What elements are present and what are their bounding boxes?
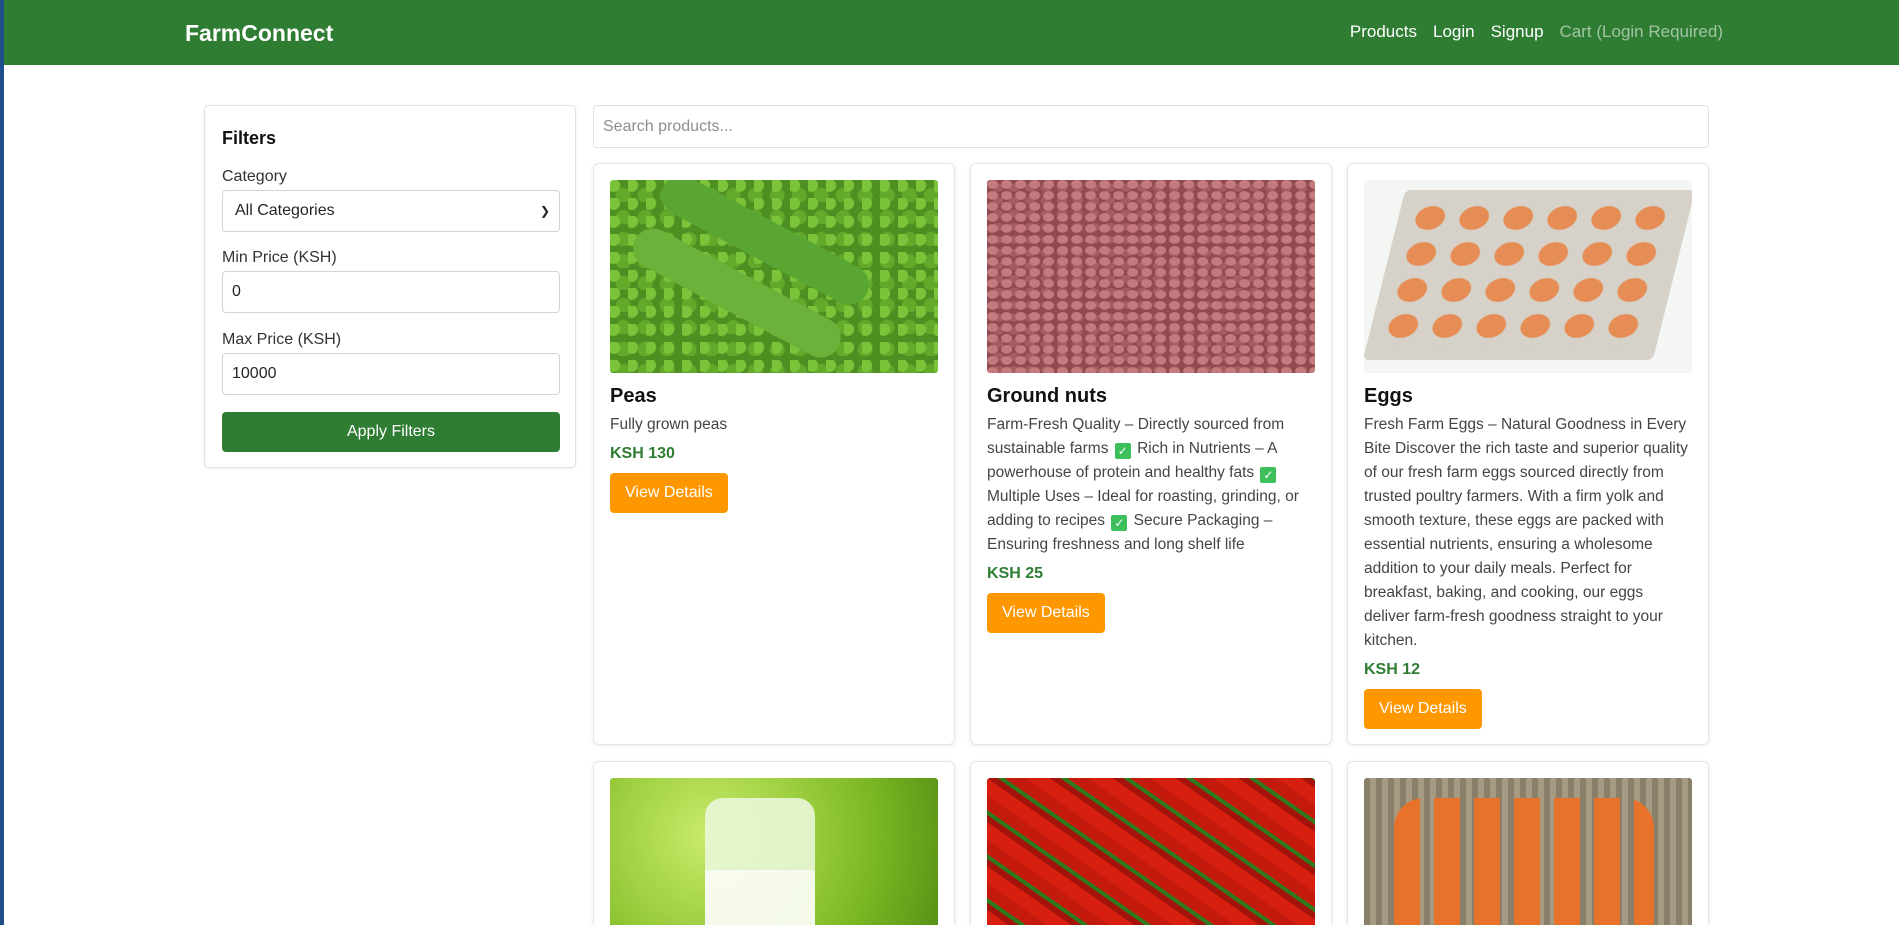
min-price-value: 0	[232, 283, 241, 300]
product-description: Farm-Fresh Quality – Directly sourced fr…	[987, 413, 1315, 557]
navbar: FarmConnect Products Login Signup Cart (…	[4, 0, 1899, 65]
product-description: Fully grown peas	[610, 416, 728, 433]
product-image-milk[interactable]	[610, 778, 938, 925]
product-card-ground-nuts: Ground nuts Farm-Fresh Quality – Directl…	[970, 163, 1332, 745]
product-price: KSH 130	[610, 445, 675, 462]
product-description: Fresh Farm Eggs – Natural Goodness in Ev…	[1364, 416, 1688, 649]
check-mark-icon: ✓	[1260, 467, 1277, 483]
product-image-eggs[interactable]	[1364, 180, 1692, 373]
product-card-peas: Peas Fully grown peas KSH 130 View Detai…	[593, 163, 955, 745]
max-price-label: Max Price (KSH)	[222, 331, 342, 348]
view-details-button[interactable]: View Details	[1364, 689, 1482, 729]
nav-links: Products Login Signup Cart (Login Requir…	[1350, 22, 1723, 42]
product-price: KSH 12	[1364, 661, 1421, 678]
product-image-ground-nuts[interactable]	[987, 180, 1315, 373]
search-input[interactable]: Search products...	[593, 105, 1709, 148]
check-mark-icon: ✓	[1111, 515, 1128, 531]
max-price-input[interactable]: 10000	[222, 353, 560, 395]
product-image-carrots[interactable]	[1364, 778, 1692, 925]
max-price-value: 10000	[232, 365, 277, 382]
category-select-value: All Categories	[235, 202, 335, 219]
min-price-label: Min Price (KSH)	[222, 249, 337, 266]
view-details-button[interactable]: View Details	[987, 593, 1105, 633]
check-mark-icon: ✓	[1114, 443, 1131, 459]
product-title: Ground nuts	[987, 385, 1107, 407]
apply-filters-button[interactable]: Apply Filters	[222, 412, 560, 452]
product-card-carrots	[1347, 761, 1709, 925]
product-image-peas[interactable]	[610, 180, 938, 373]
product-image-chili[interactable]	[987, 778, 1315, 925]
nav-link-cart: Cart (Login Required)	[1559, 22, 1723, 41]
filters-panel: Filters Category All Categories ❯ Min Pr…	[204, 105, 576, 468]
filters-title: Filters	[222, 128, 277, 148]
category-select[interactable]: All Categories ❯	[222, 190, 560, 232]
search-placeholder: Search products...	[603, 117, 733, 135]
product-card-eggs: Eggs Fresh Farm Eggs – Natural Goodness …	[1347, 163, 1709, 745]
view-details-button[interactable]: View Details	[610, 473, 728, 513]
min-price-input[interactable]: 0	[222, 271, 560, 313]
chevron-down-icon: ❯	[539, 204, 550, 218]
product-title: Eggs	[1364, 385, 1413, 407]
egg-tray-shape	[1364, 190, 1692, 360]
nav-link-products[interactable]: Products	[1350, 22, 1417, 42]
product-card-chili	[970, 761, 1332, 925]
brand-logo[interactable]: FarmConnect	[185, 20, 333, 47]
product-title: Peas	[610, 385, 657, 407]
category-label: Category	[222, 168, 287, 185]
product-price: KSH 25	[987, 565, 1044, 582]
product-card-milk	[593, 761, 955, 925]
browser-viewport: FarmConnect Products Login Signup Cart (…	[0, 0, 1899, 925]
nav-link-login[interactable]: Login	[1433, 22, 1475, 42]
nav-link-signup[interactable]: Signup	[1491, 22, 1544, 42]
